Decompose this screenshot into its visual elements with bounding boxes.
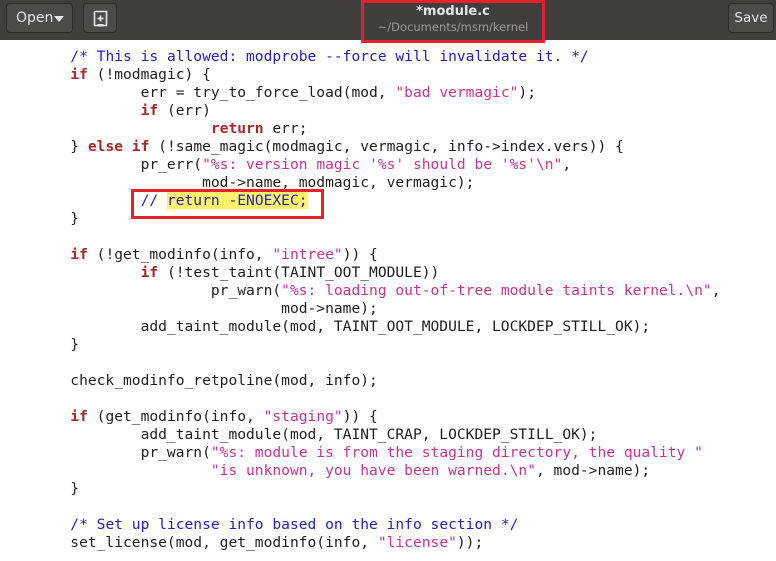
code-line: /* Set up license info based on the info… (0, 516, 518, 534)
code-token: (err) (158, 102, 211, 119)
code-line: mod->name); (0, 300, 378, 318)
code-token: pr_warn( (0, 282, 282, 299)
code-token: if (70, 246, 88, 263)
code-token: } (0, 210, 80, 227)
code-line: check_modinfo_retpoline(mod, info); (0, 372, 378, 390)
code-token: if (70, 408, 88, 425)
open-button[interactable]: Open (6, 3, 73, 33)
code-token: pr_warn( (0, 444, 211, 461)
code-token: set_license(mod, get_modinfo(info, (0, 534, 378, 551)
code-token: , mod->name); (535, 462, 651, 479)
code-token: /* Set up license info based on the info… (70, 516, 519, 533)
header-bar: Open *module.c ~/Documents/msm/kernel Sa… (0, 0, 776, 43)
code-token: )) { (342, 408, 378, 425)
code-token: "%s: version magic '%s' should be '%s'\n… (202, 156, 563, 173)
code-token: "intree" (272, 246, 343, 263)
code-token: "%s: loading out-of-tree module taints k… (281, 282, 712, 299)
code-token: return (210, 120, 264, 137)
new-document-icon (93, 10, 108, 27)
code-token: if (140, 264, 159, 281)
code-token: (get_modinfo(info, (87, 408, 264, 425)
code-token: )) { (342, 246, 378, 263)
code-line: } (0, 210, 79, 228)
code-line: if (!test_taint(TAINT_OOT_MODULE)) (0, 264, 440, 282)
code-token: (!get_modinfo(info, (87, 246, 273, 263)
code-token: , (562, 156, 572, 173)
code-line: set_license(mod, get_modinfo(info, "lice… (0, 534, 483, 552)
code-token: , (711, 282, 721, 299)
code-line: add_taint_module(mod, TAINT_CRAP, LOCKDE… (0, 426, 598, 444)
code-token: add_taint_module(mod, TAINT_OOT_MODULE, … (0, 318, 651, 335)
code-line: } (0, 336, 79, 354)
code-token: /* This is allowed: modprobe --force wil… (70, 48, 589, 65)
code-token: else if (87, 138, 150, 155)
code-token: ); (518, 84, 536, 101)
code-token: "staging" (263, 408, 343, 425)
code-token: err = try_to_force_load(mod, (0, 84, 396, 101)
code-token: } (0, 480, 80, 497)
code-token: "is unknown, you have been warned.\n" (210, 462, 536, 479)
code-line: add_taint_module(mod, TAINT_OOT_MODULE, … (0, 318, 651, 336)
highlight-annotation-box (131, 189, 324, 219)
window-title-annotation: *module.c ~/Documents/msm/kernel (361, 0, 545, 43)
open-button-label: Open (16, 10, 54, 26)
code-token: (!modmagic) { (87, 66, 211, 83)
code-line: pr_warn("%s: module is from the staging … (0, 444, 703, 462)
code-token: check_modinfo_retpoline(mod, info); (0, 372, 378, 389)
code-line: pr_warn("%s: loading out-of-tree module … (0, 282, 721, 300)
code-line: } (0, 480, 79, 498)
code-line: "is unknown, you have been warned.\n", m… (0, 462, 650, 480)
code-line: err = try_to_force_load(mod, "bad vermag… (0, 84, 536, 102)
code-token: add_taint_module(mod, TAINT_CRAP, LOCKDE… (0, 426, 598, 443)
new-document-button[interactable] (83, 3, 117, 33)
code-line: if (!get_modinfo(info, "intree")) { (0, 246, 378, 264)
code-line: return err; (0, 120, 308, 138)
code-token: } (0, 138, 88, 155)
code-token: pr_err( (0, 156, 203, 173)
code-token: (!test_taint(TAINT_OOT_MODULE)) (158, 264, 440, 281)
code-token: "bad vermagic" (395, 84, 519, 101)
save-button[interactable]: Save (728, 3, 774, 33)
code-line: if (get_modinfo(info, "staging")) { (0, 408, 378, 426)
code-token: if (70, 66, 88, 83)
code-line: } else if (!same_magic(modmagic, vermagi… (0, 138, 624, 156)
code-token: } (0, 336, 80, 353)
code-token: "license" (377, 534, 457, 551)
code-line: /* This is allowed: modprobe --force wil… (0, 48, 589, 66)
code-token: "%s: module is from the staging director… (210, 444, 703, 461)
code-token: err; (263, 120, 308, 137)
code-token: if (140, 102, 159, 119)
window-title: *module.c (416, 4, 490, 19)
code-line: pr_err("%s: version magic '%s' should be… (0, 156, 572, 174)
code-token: mod->name); (0, 300, 378, 317)
chevron-down-icon (54, 16, 64, 22)
window-subtitle-path: ~/Documents/msm/kernel (377, 20, 529, 34)
code-token: )); (456, 534, 484, 551)
code-line: if (err) (0, 102, 211, 120)
code-token: (!same_magic(modmagic, vermagic, info->i… (149, 138, 624, 155)
code-line: if (!modmagic) { (0, 66, 211, 84)
